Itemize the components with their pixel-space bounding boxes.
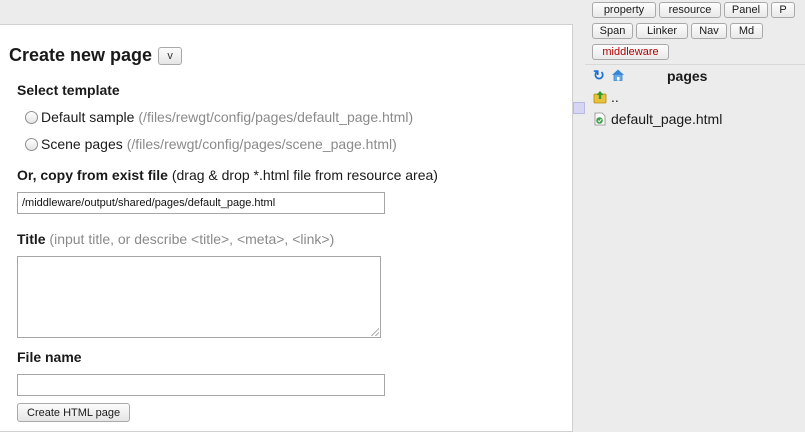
template-path: (/files/rewgt/config/pages/scene_page.ht… bbox=[126, 136, 397, 152]
create-html-page-button[interactable]: Create HTML page bbox=[17, 403, 131, 422]
page-title: Create new page bbox=[9, 45, 153, 65]
html-file-icon bbox=[593, 112, 607, 126]
list-item-default-page[interactable]: default_page.html bbox=[593, 111, 722, 127]
tab-property[interactable]: property bbox=[592, 2, 656, 18]
collapse-toggle-button[interactable]: v bbox=[158, 46, 183, 65]
panel-divider bbox=[585, 64, 805, 65]
title-textarea[interactable] bbox=[17, 256, 381, 338]
radio-button[interactable] bbox=[25, 137, 38, 151]
tab-p[interactable]: P bbox=[771, 2, 795, 18]
home-icon[interactable] bbox=[611, 68, 625, 82]
template-path: (/files/rewgt/config/pages/default_page.… bbox=[138, 109, 414, 125]
folder-up-icon bbox=[593, 90, 607, 104]
radio-button[interactable] bbox=[25, 110, 38, 124]
file-name-heading: File name bbox=[17, 349, 82, 365]
template-label: Scene pages bbox=[41, 136, 123, 152]
pages-folder-title: pages bbox=[667, 68, 708, 84]
form-header: Create new page v bbox=[9, 45, 183, 66]
title-label: Title bbox=[17, 231, 46, 247]
copy-from-label: Or, copy from exist file bbox=[17, 167, 168, 183]
title-heading: Title (input title, or describe <title>,… bbox=[17, 231, 334, 247]
tab-span[interactable]: Span bbox=[592, 23, 633, 39]
copy-from-heading: Or, copy from exist file (drag & drop *.… bbox=[17, 167, 438, 183]
copy-source-input[interactable] bbox=[17, 192, 385, 214]
refresh-icon[interactable]: ↻ bbox=[593, 68, 606, 82]
tab-nav[interactable]: Nav bbox=[691, 23, 727, 39]
select-template-heading: Select template bbox=[17, 82, 120, 98]
template-option-default[interactable]: Default sample (/files/rewgt/config/page… bbox=[25, 109, 413, 125]
tab-md[interactable]: Md bbox=[730, 23, 763, 39]
resource-panel: property resource Panel P Span Linker Na… bbox=[585, 0, 805, 432]
template-label: Default sample bbox=[41, 109, 135, 125]
tab-panel[interactable]: Panel bbox=[724, 2, 768, 18]
tab-linker[interactable]: Linker bbox=[636, 23, 688, 39]
list-item-label: .. bbox=[611, 89, 619, 105]
app-window: Create new page v Select template Defaul… bbox=[0, 0, 805, 432]
create-page-form: Create new page v Select template Defaul… bbox=[0, 24, 573, 432]
tab-middleware[interactable]: middleware bbox=[592, 44, 669, 60]
panel-splitter-handle[interactable] bbox=[573, 102, 585, 114]
resize-grip-icon[interactable] bbox=[371, 328, 379, 336]
template-option-scene[interactable]: Scene pages (/files/rewgt/config/pages/s… bbox=[25, 136, 397, 152]
title-hint: (input title, or describe <title>, <meta… bbox=[49, 231, 335, 247]
tab-resource[interactable]: resource bbox=[659, 2, 721, 18]
list-item-label: default_page.html bbox=[611, 111, 723, 127]
file-name-input[interactable] bbox=[17, 374, 385, 396]
copy-from-hint: (drag & drop *.html file from resource a… bbox=[171, 167, 438, 183]
list-item-parent-folder[interactable]: .. bbox=[593, 89, 619, 105]
